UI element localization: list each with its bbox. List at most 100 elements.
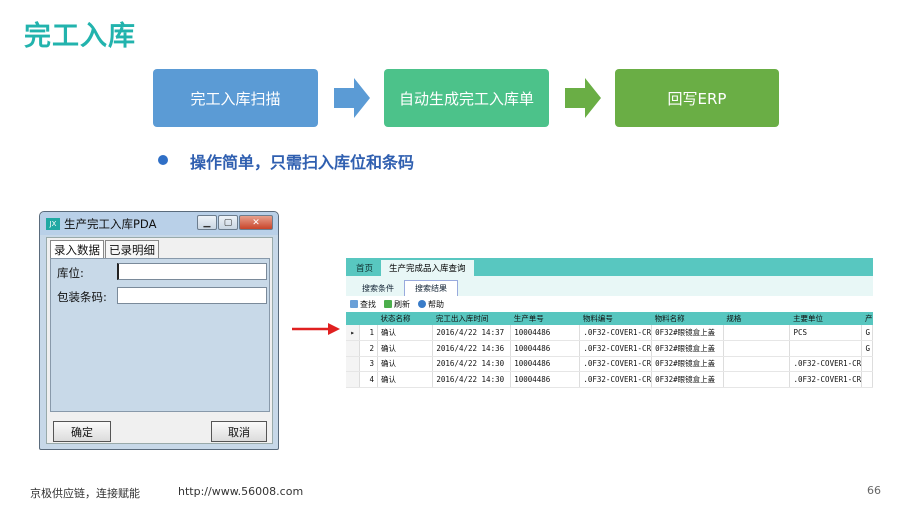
find-label: 查找: [360, 299, 376, 309]
cell-spec: [723, 340, 791, 357]
location-input[interactable]: [117, 263, 267, 280]
help-icon: [418, 300, 426, 308]
table-header: 状态名称 完工出入库时间 生产单号 物料编号 物料名称 规格 主要单位 产: [346, 312, 873, 325]
cell-time: 2016/4/22 14:36: [432, 340, 512, 357]
cell-spec: [723, 371, 791, 388]
row-number: 3: [359, 356, 379, 372]
right-arrow-icon: [334, 78, 370, 118]
column-header[interactable]: 产: [861, 312, 873, 325]
step-writeback: 回写ERP: [615, 69, 779, 127]
pda-panel: 库位: 包装条码:: [50, 258, 270, 412]
cell-name: 0F32#眼镜盒上盖: [651, 325, 724, 341]
cell-order: 10004486: [510, 325, 581, 341]
cell-time: 2016/4/22 14:37: [432, 325, 512, 341]
ok-button[interactable]: 确定: [53, 421, 111, 442]
cell-unit: .0F32-COVER1-CR: [789, 371, 863, 388]
cell-unit: [789, 340, 863, 357]
tab-search-results[interactable]: 搜索结果: [404, 280, 458, 296]
tab-inbound-query[interactable]: 生产完成品入库查询: [381, 260, 474, 276]
results-table: 状态名称 完工出入库时间 生产单号 物料编号 物料名称 规格 主要单位 产 ▸ …: [346, 312, 873, 388]
column-header: [346, 312, 360, 325]
cell-extra: G: [861, 325, 873, 341]
cell-code: .0F32-COVER1-CR: [579, 371, 653, 388]
bullet-text: 操作简单，只需扫入库位和条码: [190, 153, 415, 172]
barcode-label: 包装条码:: [57, 290, 107, 304]
red-arrow-icon: [292, 323, 340, 335]
cell-extra: G: [861, 340, 873, 357]
cell-spec: [723, 356, 791, 372]
cell-code: .0F32-COVER1-CR: [579, 340, 653, 357]
column-header[interactable]: 物料名称: [651, 312, 724, 325]
column-header: [359, 312, 378, 325]
cell-name: 0F32#眼镜盒上盖: [651, 356, 724, 372]
row-number: 4: [359, 371, 379, 388]
refresh-icon: [384, 300, 392, 308]
cell-extra: [861, 356, 873, 372]
close-icon[interactable]: ✕: [239, 215, 273, 230]
slide-title: 完工入库: [24, 21, 136, 52]
tab-search-criteria[interactable]: 搜索条件: [352, 281, 404, 296]
cell-unit: PCS: [789, 325, 863, 341]
column-header[interactable]: 生产单号: [510, 312, 580, 325]
cell-code: .0F32-COVER1-CR: [579, 325, 653, 341]
tab-home[interactable]: 首页: [348, 260, 381, 276]
pda-tabs: 录入数据 已录明细: [47, 238, 272, 258]
table-row[interactable]: 3 确认 2016/4/22 14:30 10004486 .0F32-COVE…: [346, 356, 873, 372]
column-header[interactable]: 规格: [723, 312, 790, 325]
cell-order: 10004486: [510, 356, 581, 372]
table-row[interactable]: 2 确认 2016/4/22 14:36 10004486 .0F32-COVE…: [346, 340, 873, 357]
slide: 完工入库 完工入库扫描 自动生成完工入库单 回写ERP 操作简单，只需扫入库位和…: [0, 0, 907, 509]
location-label: 库位:: [57, 266, 84, 280]
maximize-icon[interactable]: ▢: [218, 215, 238, 230]
find-icon: [350, 300, 358, 308]
bullet-dot-icon: [158, 155, 168, 165]
footer-url[interactable]: http://www.56008.com: [178, 485, 303, 498]
cell-unit: .0F32-COVER1-CR: [789, 356, 863, 372]
cell-status: 确认: [377, 325, 434, 341]
table-row[interactable]: 4 确认 2016/4/22 14:30 10004486 .0F32-COVE…: [346, 371, 873, 388]
column-header[interactable]: 状态名称: [377, 312, 433, 325]
step-scan: 完工入库扫描: [153, 69, 318, 127]
pda-window: JX 生产完工入库PDA ▁ ▢ ✕ 录入数据 已录明细 库位: 包装条码: 确…: [39, 211, 279, 450]
row-number: 2: [359, 340, 379, 357]
table-row[interactable]: ▸ 1 确认 2016/4/22 14:37 10004486 .0F32-CO…: [346, 325, 873, 341]
app-logo-icon: JX: [46, 217, 60, 230]
pda-title: 生产完工入库PDA: [64, 216, 157, 231]
cancel-button[interactable]: 取消: [211, 421, 267, 442]
footer-slogan: 京极供应链，连接赋能: [30, 487, 140, 500]
erp-tabs: 首页 生产完成品入库查询: [346, 258, 873, 276]
help-label: 帮助: [428, 299, 444, 309]
tab-input[interactable]: 录入数据: [50, 240, 104, 258]
erp-window: 首页 生产完成品入库查询 搜索条件 搜索结果 查找 刷新 帮助 状态名称 完工出…: [346, 258, 873, 393]
cell-extra: [861, 371, 873, 388]
pda-body: 录入数据 已录明细 库位: 包装条码: 确定 取消: [46, 237, 273, 444]
cell-spec: [723, 325, 791, 341]
cell-time: 2016/4/22 14:30: [432, 371, 512, 388]
help-button[interactable]: 帮助: [418, 299, 444, 310]
cell-time: 2016/4/22 14:30: [432, 356, 512, 372]
column-header[interactable]: 物料编号: [579, 312, 652, 325]
column-header[interactable]: 主要单位: [789, 312, 862, 325]
right-arrow-icon: [565, 78, 601, 118]
cell-name: 0F32#眼镜盒上盖: [651, 340, 724, 357]
erp-toolbar: 查找 刷新 帮助: [346, 296, 873, 312]
window-controls: ▁ ▢ ✕: [196, 215, 273, 230]
row-pointer-icon: ▸: [346, 325, 361, 341]
tab-details[interactable]: 已录明细: [105, 240, 159, 258]
refresh-button[interactable]: 刷新: [384, 299, 410, 310]
cell-name: 0F32#眼镜盒上盖: [651, 371, 724, 388]
step-generate: 自动生成完工入库单: [384, 69, 549, 127]
column-header[interactable]: 完工出入库时间: [432, 312, 511, 325]
row-number: 1: [359, 325, 379, 341]
cell-status: 确认: [377, 356, 434, 372]
page-number: 66: [867, 484, 881, 497]
cell-status: 确认: [377, 340, 434, 357]
cell-status: 确认: [377, 371, 434, 388]
erp-subtabs: 搜索条件 搜索结果: [346, 276, 873, 296]
cell-code: .0F32-COVER1-CR: [579, 356, 653, 372]
barcode-input[interactable]: [117, 287, 267, 304]
minimize-icon[interactable]: ▁: [197, 215, 217, 230]
refresh-label: 刷新: [394, 299, 410, 309]
cell-order: 10004486: [510, 371, 581, 388]
find-button[interactable]: 查找: [350, 299, 376, 310]
